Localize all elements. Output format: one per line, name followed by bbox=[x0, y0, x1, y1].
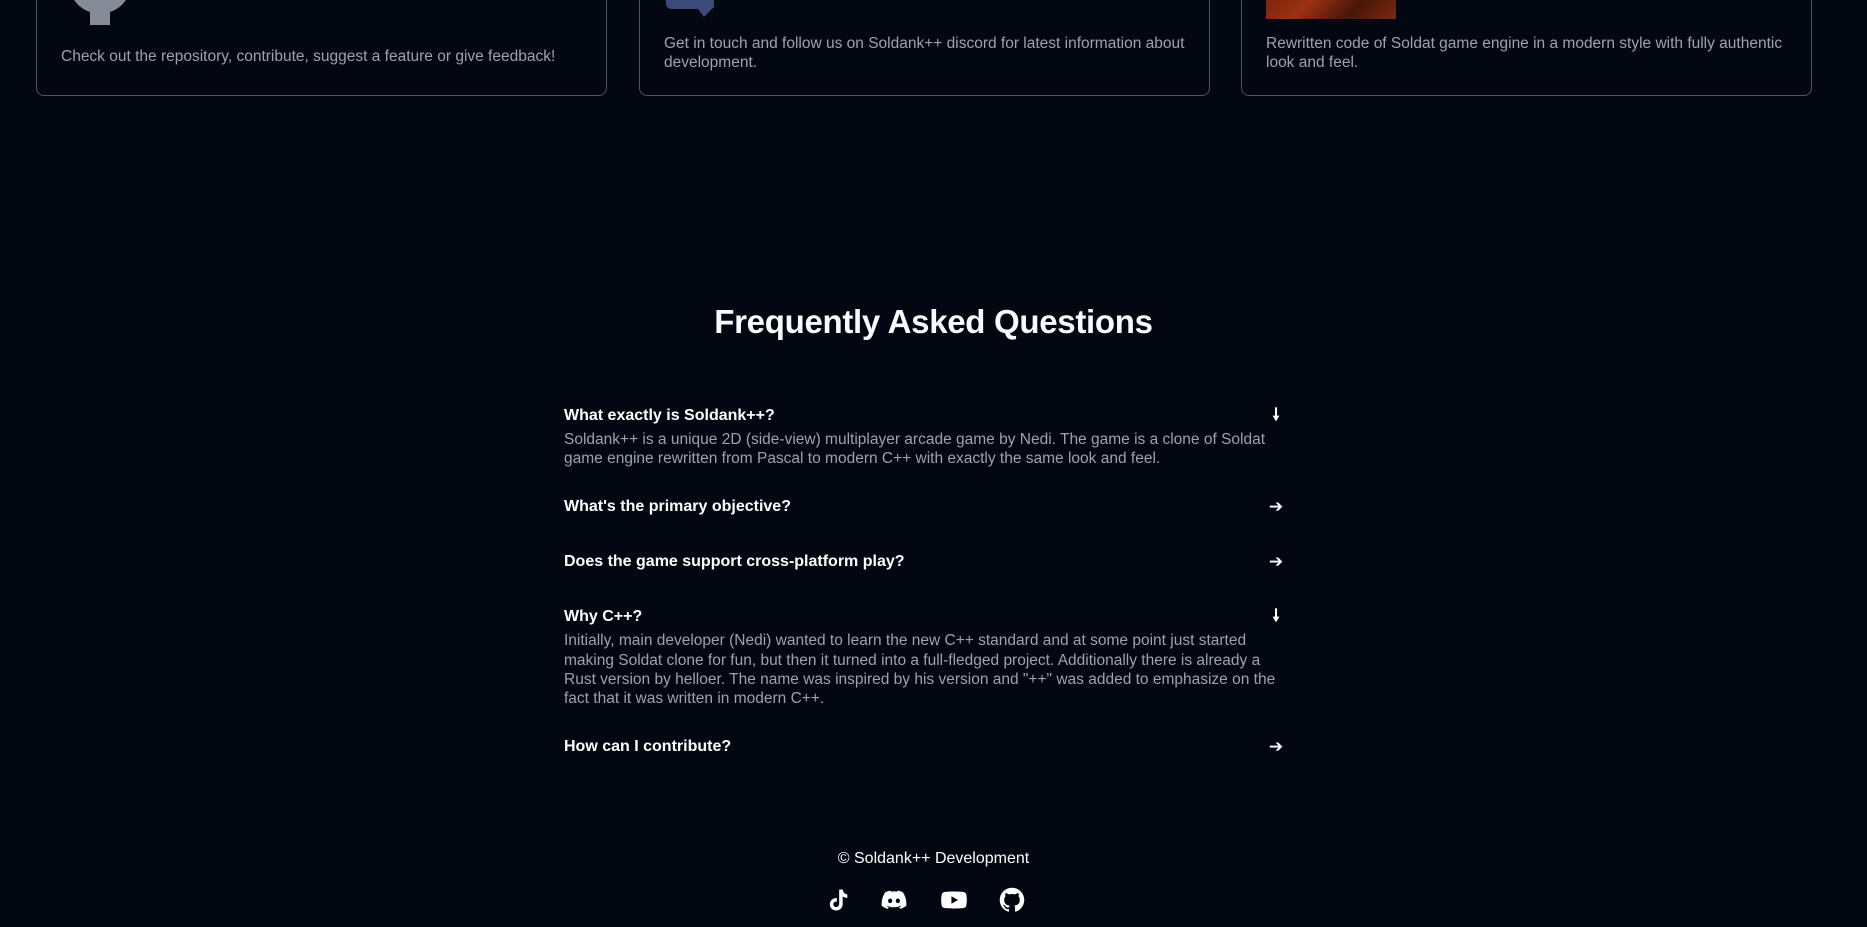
social-links bbox=[820, 886, 1025, 914]
faq-question: What's the primary objective? bbox=[564, 498, 791, 516]
arrow-down-icon: 🠗 bbox=[1272, 404, 1280, 424]
faq-item: What exactly is Soldank++? 🠗 Soldank++ i… bbox=[564, 405, 1284, 468]
faq-answer: Initially, main developer (Nedi) wanted … bbox=[564, 632, 1276, 708]
arrow-right-icon: ➔ bbox=[1268, 497, 1284, 517]
discord-link[interactable] bbox=[880, 886, 908, 914]
faq-question-toggle[interactable]: What's the primary objective? ➔ bbox=[564, 496, 1284, 518]
faq-item: What's the primary objective? ➔ bbox=[564, 496, 1284, 518]
faq-item: Does the game support cross-platform pla… bbox=[564, 551, 1284, 573]
faq-question: How can I contribute? bbox=[564, 738, 732, 756]
card-description: Check out the repository, contribute, su… bbox=[61, 48, 556, 65]
card-description: Rewritten code of Soldat game engine in … bbox=[1266, 35, 1783, 71]
faq-list: What exactly is Soldank++? 🠗 Soldank++ i… bbox=[564, 405, 1284, 791]
faq-question-toggle[interactable]: What exactly is Soldank++? 🠗 bbox=[564, 405, 1284, 427]
youtube-link[interactable] bbox=[940, 886, 968, 914]
page: Check out the repository, contribute, su… bbox=[0, 0, 1867, 927]
faq-question: Does the game support cross-platform pla… bbox=[564, 553, 905, 571]
github-link[interactable] bbox=[998, 886, 1026, 914]
tiktok-icon bbox=[829, 889, 848, 911]
faq-question-toggle[interactable]: How can I contribute? ➔ bbox=[564, 736, 1284, 758]
github-logo-icon bbox=[74, 0, 126, 25]
soldat-card[interactable]: Rewritten code of Soldat game engine in … bbox=[1241, 0, 1812, 96]
github-card[interactable]: Check out the repository, contribute, su… bbox=[36, 0, 607, 96]
faq-question: Why C++? bbox=[564, 608, 643, 626]
faq-answer: Soldank++ is a unique 2D (side-view) mul… bbox=[564, 431, 1266, 468]
faq-item: Why C++? 🠗 Initially, main developer (Ne… bbox=[564, 606, 1284, 708]
faq-question-toggle[interactable]: Why C++? 🠗 bbox=[564, 606, 1284, 628]
arrow-right-icon: ➔ bbox=[1268, 737, 1284, 757]
copyright-text: © Soldank++ Development bbox=[837, 850, 1030, 867]
discord-icon bbox=[881, 890, 907, 909]
faq-title: Frequently Asked Questions bbox=[714, 303, 1153, 340]
arrow-right-icon: ➔ bbox=[1268, 552, 1284, 572]
faq-question: What exactly is Soldank++? bbox=[564, 407, 775, 424]
discord-card[interactable]: Get in touch and follow us on Soldank++ … bbox=[639, 0, 1210, 96]
discord-logo-icon bbox=[666, 0, 714, 17]
soldat-logo-icon bbox=[1266, 0, 1396, 19]
faq-question-toggle[interactable]: Does the game support cross-platform pla… bbox=[564, 551, 1284, 573]
github-icon bbox=[999, 887, 1025, 912]
arrow-down-icon: 🠗 bbox=[1272, 605, 1280, 625]
tiktok-link[interactable] bbox=[824, 886, 852, 914]
card-description: Get in touch and follow us on Soldank++ … bbox=[664, 35, 1185, 71]
faq-item: How can I contribute? ➔ bbox=[564, 736, 1284, 758]
youtube-icon bbox=[941, 891, 967, 909]
